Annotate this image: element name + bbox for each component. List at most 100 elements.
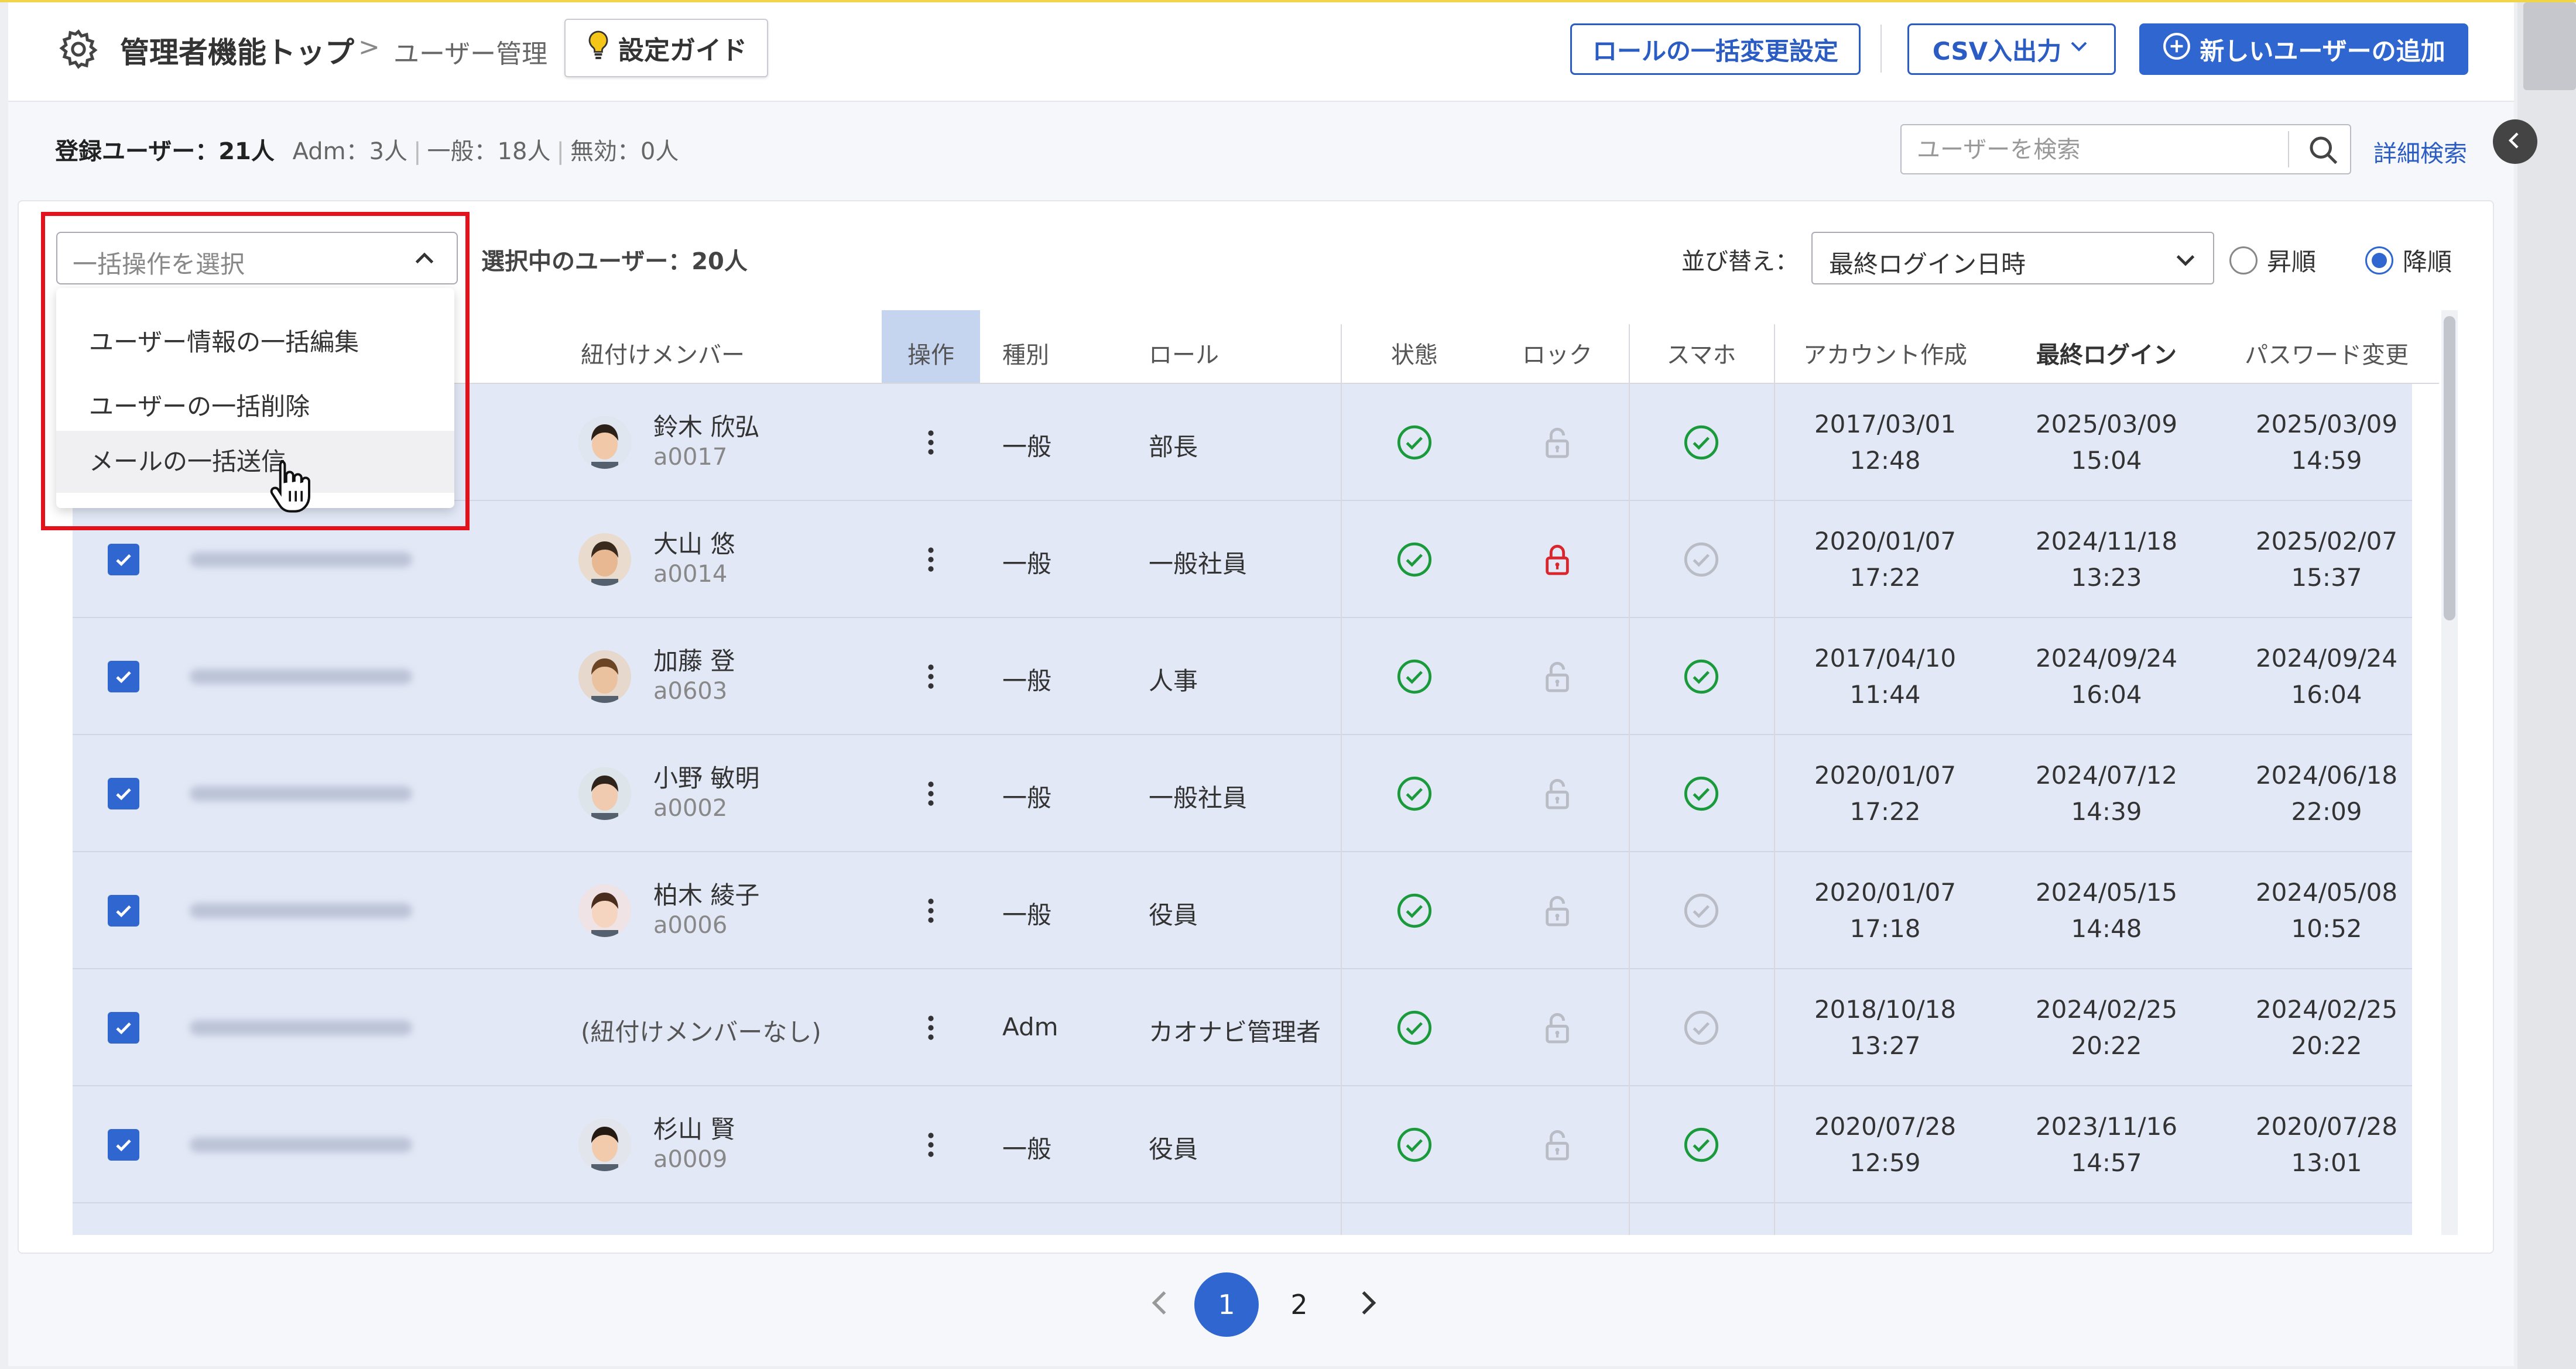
role-bulk-change-label: ロールの一括変更設定: [1592, 36, 1838, 66]
row-checkbox[interactable]: [108, 544, 139, 575]
more-actions-icon[interactable]: [927, 776, 934, 811]
more-actions-icon[interactable]: [927, 1010, 934, 1045]
col-header-created[interactable]: アカウント作成: [1803, 336, 1967, 370]
phone-disabled-icon: [1683, 541, 1720, 578]
page-button-1[interactable]: 1: [1194, 1272, 1259, 1337]
highlight-frame: [41, 212, 470, 530]
date-created: 2018/10/18 13:27: [1814, 991, 1956, 1064]
lock-open-icon[interactable]: [1539, 775, 1576, 812]
col-header-password-change[interactable]: パスワード変更: [2245, 336, 2409, 370]
col-header-last-login[interactable]: 最終ログイン: [2036, 336, 2177, 370]
date-pw-time: 13:01: [2291, 1148, 2362, 1177]
sort-desc-label: 降順: [2403, 248, 2452, 276]
radio-circle[interactable]: [2229, 246, 2258, 275]
member-name[interactable]: 柏木 綾子: [653, 876, 759, 911]
page-title[interactable]: 管理者機能トップ: [120, 29, 354, 71]
role-bulk-change-button[interactable]: ロールの一括変更設定: [1570, 23, 1861, 75]
col-header-type[interactable]: 種別: [1002, 336, 1049, 370]
status-active-icon: [1396, 424, 1433, 461]
row-checkbox[interactable]: [108, 895, 139, 927]
page-scrollbar-thumb[interactable]: [2523, 2, 2576, 90]
search-icon[interactable]: [2306, 132, 2341, 167]
gear-icon[interactable]: [56, 27, 101, 71]
sort-desc-radio[interactable]: 降順: [2365, 242, 2452, 278]
member-name[interactable]: 加藤 登: [653, 641, 735, 677]
sort-select[interactable]: 最終ログイン日時: [1811, 232, 2214, 284]
member-name[interactable]: 大山 悠: [653, 524, 735, 560]
user-type: 一般: [1002, 433, 1052, 461]
add-user-label: 新しいユーザーの追加: [2200, 36, 2445, 66]
sort-asc-radio[interactable]: 昇順: [2229, 242, 2316, 278]
lock-open-icon[interactable]: [1539, 892, 1576, 929]
check-icon: [116, 671, 131, 684]
chevron-left-icon[interactable]: [1143, 1285, 1178, 1320]
page-scrollbar[interactable]: [2517, 2, 2576, 1369]
lightbulb-icon: [585, 30, 611, 67]
avatar: [578, 884, 631, 937]
email-redacted: [190, 1137, 412, 1152]
radio-circle-selected[interactable]: [2365, 246, 2393, 275]
more-actions-icon[interactable]: [927, 893, 934, 928]
check-icon: [116, 788, 131, 801]
date-pw-day: 2024/09/24: [2255, 644, 2398, 673]
collapse-panel-button[interactable]: [2493, 119, 2537, 164]
table-scrollbar[interactable]: [2441, 310, 2458, 1235]
email-redacted: [190, 903, 412, 918]
date-pw-day: 2024/05/08: [2255, 878, 2398, 907]
user-role: 役員: [1149, 1135, 1198, 1164]
chevron-down-icon: [2170, 243, 2201, 275]
table-row[interactable]: [73, 1203, 2412, 1235]
col-header-member[interactable]: 紐付けメンバー: [581, 336, 745, 370]
page-button-2[interactable]: 2: [1267, 1272, 1331, 1337]
phone-enabled-icon: [1683, 658, 1720, 695]
col-header-status[interactable]: 状態: [1391, 336, 1438, 370]
header-divider: [1880, 25, 1882, 73]
lock-open-icon[interactable]: [1539, 658, 1576, 695]
date-login-day: 2024/07/12: [2035, 761, 2178, 790]
lock-closed-icon[interactable]: [1539, 541, 1576, 578]
search-input[interactable]: [1916, 133, 2281, 166]
row-checkbox[interactable]: [108, 1129, 139, 1161]
more-actions-icon[interactable]: [927, 659, 934, 694]
csv-io-label: CSV入出力: [1932, 36, 2062, 66]
member-name[interactable]: 杉山 賢: [653, 1110, 735, 1145]
sort-label: 並び替え：: [1681, 248, 1799, 275]
more-actions-icon[interactable]: [927, 542, 934, 577]
member-name[interactable]: 小野 敏明: [653, 759, 759, 794]
col-header-phone[interactable]: スマホ: [1667, 336, 1736, 370]
lock-open-icon[interactable]: [1539, 1009, 1576, 1047]
status-active-icon: [1396, 892, 1433, 929]
disabled-count: 無効：0人: [570, 138, 679, 165]
member-name[interactable]: 鈴木 欣弘: [653, 407, 759, 443]
member-id: a0017: [653, 444, 728, 471]
row-checkbox[interactable]: [108, 778, 139, 809]
date-pw-day: 2025/03/09: [2255, 410, 2398, 438]
lock-open-icon[interactable]: [1539, 424, 1576, 461]
user-type: 一般: [1002, 550, 1052, 578]
date-created: 2017/03/01 12:48: [1814, 406, 1956, 479]
more-actions-icon[interactable]: [927, 425, 934, 460]
phone-enabled-icon: [1683, 1126, 1720, 1164]
member-id: a0009: [653, 1146, 728, 1173]
date-login-day: 2024/05/15: [2035, 878, 2178, 907]
advanced-search-link[interactable]: 詳細検索: [2373, 135, 2467, 169]
csv-io-button[interactable]: CSV入出力: [1907, 23, 2116, 75]
col-header-role[interactable]: ロール: [1149, 336, 1219, 370]
setup-guide-button[interactable]: 設定ガイド: [564, 19, 768, 77]
col-header-lock[interactable]: ロック: [1522, 336, 1592, 370]
column-divider: [1774, 324, 1775, 1235]
date-pw-time: 20:22: [2291, 1031, 2362, 1060]
add-user-button[interactable]: 新しいユーザーの追加: [2139, 23, 2468, 75]
more-actions-icon[interactable]: [927, 1127, 934, 1162]
email-redacted: [190, 669, 412, 684]
date-login: 2024/05/15 14:48: [2036, 874, 2177, 947]
lock-open-icon[interactable]: [1539, 1126, 1576, 1164]
date-pw-time: 22:09: [2291, 797, 2362, 826]
table-scrollbar-thumb[interactable]: [2444, 316, 2455, 620]
row-checkbox[interactable]: [108, 661, 139, 692]
column-divider: [1629, 324, 1630, 1235]
chevron-right-icon[interactable]: [1350, 1285, 1385, 1320]
row-checkbox[interactable]: [108, 1012, 139, 1044]
date-login: 2024/09/24 16:04: [2036, 640, 2177, 713]
header-bar: [8, 2, 2514, 102]
